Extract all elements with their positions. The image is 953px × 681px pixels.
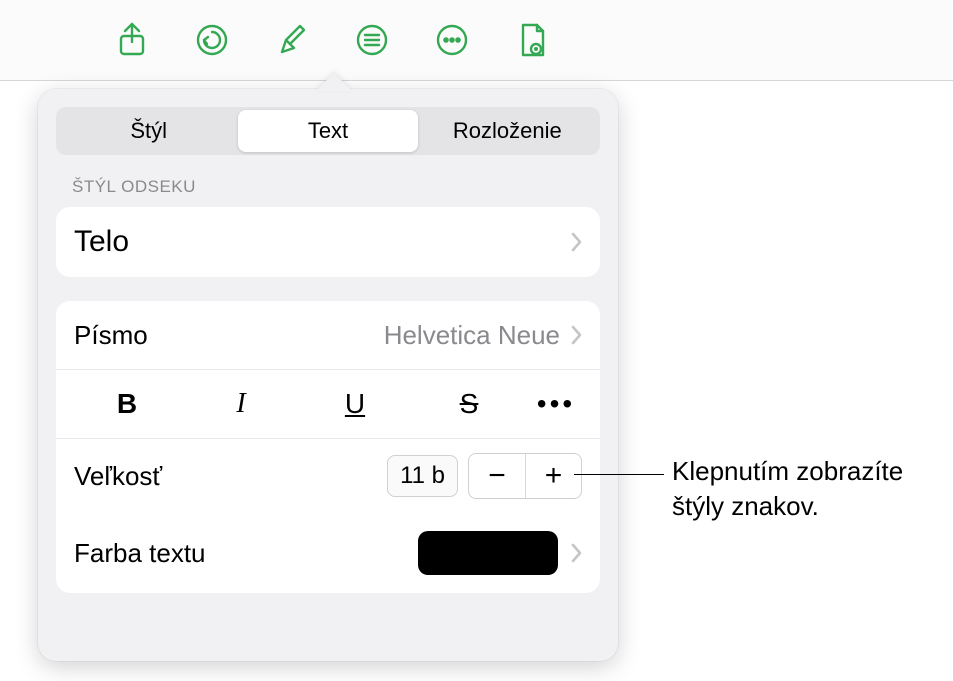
size-increase-button[interactable]: +	[525, 454, 581, 498]
share-button[interactable]	[110, 18, 154, 62]
font-value: Helvetica Neue	[384, 320, 560, 351]
callout-line	[574, 474, 664, 475]
popover-arrow	[316, 73, 352, 91]
list-icon	[355, 23, 389, 57]
size-input[interactable]: 11 b	[387, 455, 458, 497]
top-toolbar	[0, 0, 953, 81]
text-color-swatch[interactable]	[418, 531, 558, 575]
format-button[interactable]	[270, 18, 314, 62]
document-button[interactable]	[510, 18, 554, 62]
format-tabs: Štýl Text Rozloženie	[56, 107, 600, 155]
chevron-right-icon	[570, 232, 582, 252]
insert-button[interactable]	[350, 18, 394, 62]
paragraph-style-value: Telo	[74, 225, 129, 259]
text-color-row[interactable]: Farba textu	[56, 513, 600, 593]
tab-text[interactable]: Text	[238, 110, 417, 152]
size-label: Veľkosť	[74, 461, 162, 492]
text-style-row: B I U S •••	[56, 369, 600, 438]
paragraph-style-card: Telo	[56, 207, 600, 277]
share-icon	[117, 22, 147, 58]
chevron-right-icon	[570, 325, 582, 345]
font-card: Písmo Helvetica Neue B I U S ••• Veľkosť…	[56, 301, 600, 593]
undo-button[interactable]	[190, 18, 234, 62]
underline-button[interactable]: U	[298, 382, 412, 426]
tab-style[interactable]: Štýl	[59, 110, 238, 152]
paragraph-style-row[interactable]: Telo	[56, 207, 600, 277]
document-view-icon	[517, 22, 547, 58]
italic-button[interactable]: I	[184, 382, 298, 426]
strikethrough-button[interactable]: S	[412, 382, 526, 426]
tab-layout[interactable]: Rozloženie	[418, 110, 597, 152]
size-stepper: − +	[468, 453, 582, 499]
font-row[interactable]: Písmo Helvetica Neue	[56, 301, 600, 369]
more-styles-button[interactable]: •••	[526, 388, 586, 420]
font-label: Písmo	[74, 320, 148, 351]
undo-icon	[195, 23, 229, 57]
format-popover: Štýl Text Rozloženie ŠTÝL ODSEKU Telo Pí…	[38, 89, 618, 661]
more-button[interactable]	[430, 18, 474, 62]
callout-line1: Klepnutím zobrazíte	[672, 456, 903, 486]
chevron-right-icon	[570, 543, 582, 563]
callout-line2: štýly znakov.	[672, 491, 819, 521]
more-icon	[435, 23, 469, 57]
text-color-label: Farba textu	[74, 538, 206, 569]
size-row: Veľkosť 11 b − +	[56, 438, 600, 513]
bold-button[interactable]: B	[70, 382, 184, 426]
section-header-paragraph-style: ŠTÝL ODSEKU	[72, 177, 584, 197]
brush-icon	[276, 22, 308, 58]
size-decrease-button[interactable]: −	[469, 454, 525, 498]
callout-text: Klepnutím zobrazíte štýly znakov.	[672, 454, 903, 524]
